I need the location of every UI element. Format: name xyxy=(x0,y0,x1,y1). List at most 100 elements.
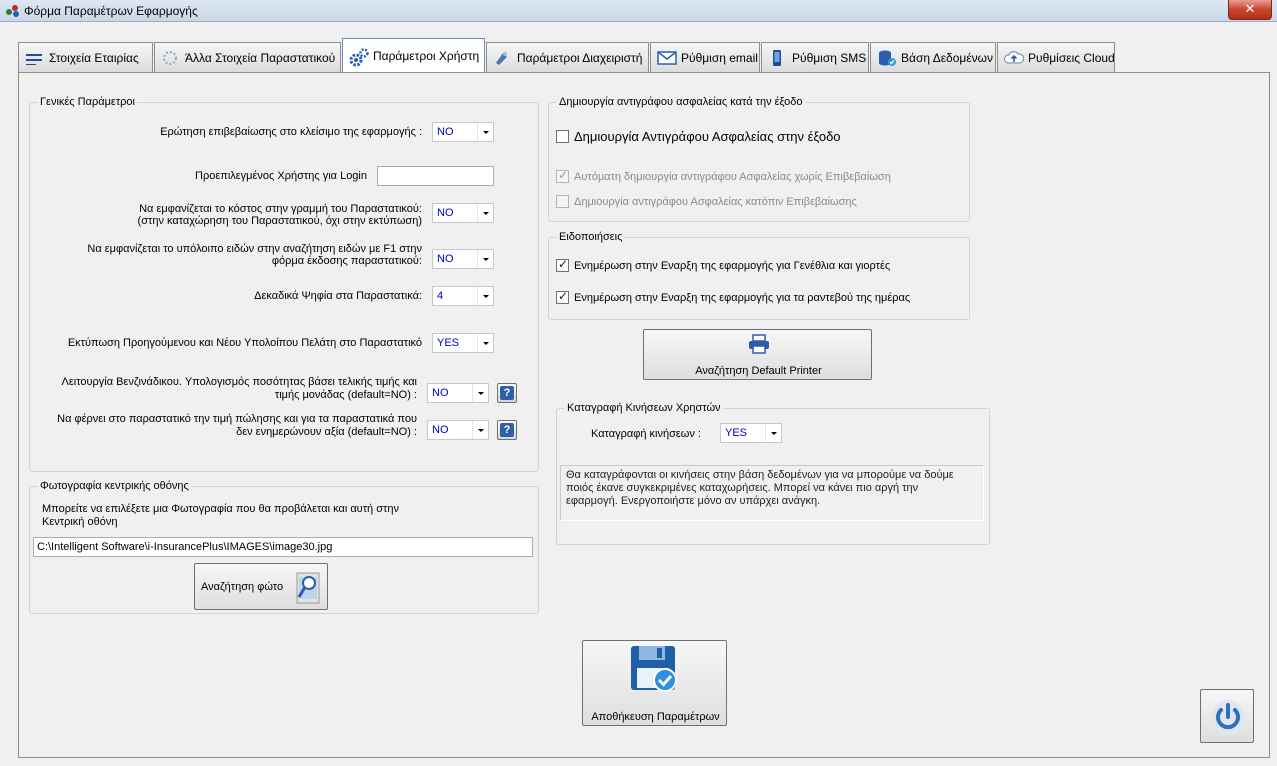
sale-price-label-line2: δεν ενημερώνουν αξία (default=NO) : xyxy=(236,426,417,438)
search-photo-button[interactable]: Αναζήτηση φώτο xyxy=(194,563,328,610)
confirm-close-label: Ερώτηση επιβεβαίωσης στο κλείσιμο της εφ… xyxy=(160,126,422,138)
tab-label: Παράμετροι Διαχειριστή xyxy=(517,50,643,65)
gears-icon xyxy=(349,47,369,66)
company-info-icon xyxy=(25,49,43,67)
backup-on-exit-checkbox[interactable]: Δημιουργία Αντιγράφου Ασφαλείας στην έξο… xyxy=(556,129,841,144)
show-stock-label-line2: φόρμα έκδοσης παραστατικού: xyxy=(271,255,422,267)
select-value: NO xyxy=(437,126,454,138)
gas-station-select[interactable]: NO xyxy=(427,383,489,403)
photo-search-icon xyxy=(293,571,323,608)
chevron-down-icon xyxy=(472,384,488,402)
default-user-input[interactable] xyxy=(377,166,494,186)
gas-station-label-line2: τιμής μονάδας (default=NO) : xyxy=(274,389,417,401)
info-line3: εφαρμογή. Ενεργοποιήστε μόνο αν υπάρχει … xyxy=(566,495,821,507)
document-settings-icon xyxy=(161,49,179,67)
chevron-down-icon xyxy=(477,250,493,268)
appointments-notify-checkbox[interactable]: Ενημέρωση στην Εναρξη της εφαρμογής για … xyxy=(556,289,910,304)
select-value: YES xyxy=(725,427,748,439)
sale-price-label-line1: Να φέρνει στο παραστατικό την τιμή πώλησ… xyxy=(57,413,417,425)
checkbox-label: Δημιουργία αντιγράφου Ασφαλείας κατόπιν … xyxy=(574,195,857,208)
title-bar: Φόρμα Παραμέτρων Εφαρμογής ✕ xyxy=(0,0,1277,22)
checkbox-label: Δημιουργία Αντιγράφου Ασφαλείας στην έξο… xyxy=(574,129,841,144)
user-log-select[interactable]: YES xyxy=(720,423,782,443)
select-value: NO xyxy=(437,207,454,219)
tab-email-settings[interactable]: Ρύθμιση email xyxy=(650,42,760,72)
chevron-down-icon xyxy=(472,421,488,439)
admin-icon xyxy=(493,49,511,67)
power-icon xyxy=(1209,698,1247,739)
tab-label: Στοιχεία Εταιρίας xyxy=(49,50,139,65)
checkbox-box xyxy=(556,289,569,304)
show-cost-select[interactable]: NO xyxy=(432,203,494,223)
confirm-backup-checkbox[interactable]: Δημιουργία αντιγράφου Ασφαλείας κατόπιν … xyxy=(556,195,857,208)
group-title: Καταγραφή Κινήσεων Χρηστών xyxy=(565,402,723,414)
user-log-info: Θα καταγράφονται οι κινήσεις στην βάση δ… xyxy=(560,465,984,521)
tab-admin-parameters[interactable]: Παράμετροι Διαχειριστή xyxy=(486,42,649,72)
show-cost-label-line1: Να εμφανίζεται το κόστος στην γραμμή του… xyxy=(139,203,422,215)
group-title: Ειδοποιήσεις xyxy=(557,231,625,243)
cloud-upload-icon xyxy=(1003,49,1025,67)
chevron-down-icon xyxy=(477,123,493,141)
power-exit-button[interactable] xyxy=(1200,689,1254,743)
database-icon xyxy=(877,49,896,67)
photo-path-input[interactable]: C:\Intelligent Software\i-InsurancePlus\… xyxy=(33,537,533,557)
tab-label: Άλλα Στοιχεία Παραστατικού xyxy=(185,50,336,65)
select-value: NO xyxy=(432,387,449,399)
tab-cloud-settings[interactable]: Ρυθμίσεις Cloud xyxy=(997,42,1115,72)
tab-label: Ρύθμιση SMS xyxy=(792,50,867,65)
print-balance-select[interactable]: YES xyxy=(432,333,494,353)
tab-company-info[interactable]: Στοιχεία Εταιρίας xyxy=(18,42,153,72)
checkbox-box xyxy=(556,195,569,208)
sale-price-help-button[interactable]: ? xyxy=(497,420,517,440)
decimals-label: Δεκαδικά Ψηφία στα Παραστατικά: xyxy=(254,290,422,302)
checkbox-box xyxy=(556,257,569,272)
button-label: Αποθήκευση Παραμέτρων xyxy=(591,711,720,723)
gas-station-label-line1: Λειτουργία Βενζινάδικου. Υπολογισμός ποσ… xyxy=(61,376,417,388)
select-value: YES xyxy=(437,337,460,349)
chevron-down-icon xyxy=(477,204,493,222)
help-icon: ? xyxy=(500,423,514,437)
chevron-down-icon xyxy=(477,287,493,305)
checkbox-box xyxy=(556,168,569,183)
checkbox-label: Ενημέρωση στην Εναρξη της εφαρμογής για … xyxy=(574,259,891,272)
group-title: Φωτογραφία κεντρικής οθόνης xyxy=(38,480,191,492)
help-icon: ? xyxy=(500,386,514,400)
info-line1: Θα καταγράφονται οι κινήσεις στην βάση δ… xyxy=(566,469,954,481)
select-value: NO xyxy=(432,424,449,436)
tab-other-document-info[interactable]: Άλλα Στοιχεία Παραστατικού xyxy=(154,42,341,72)
tab-database[interactable]: Βάση Δεδομένων xyxy=(870,42,996,72)
sale-price-select[interactable]: NO xyxy=(427,420,489,440)
gas-station-help-button[interactable]: ? xyxy=(497,383,517,403)
user-log-label: Καταγραφή κινήσεων : xyxy=(591,428,701,440)
default-user-label: Προεπιλεγμένος Χρήστης για Login xyxy=(195,170,367,182)
tab-label: Παράμετροι Χρήστη xyxy=(373,48,480,63)
select-value: NO xyxy=(437,253,454,265)
tab-label: Ρυθμίσεις Cloud xyxy=(1028,50,1115,65)
tab-label: Βάση Δεδομένων xyxy=(901,50,994,65)
close-button[interactable]: ✕ xyxy=(1228,0,1272,20)
save-parameters-button[interactable]: Αποθήκευση Παραμέτρων xyxy=(582,640,727,726)
photo-description-line2: Κεντρική οθόνη xyxy=(42,516,118,528)
button-label: Αναζήτηση Default Printer xyxy=(695,365,822,377)
notifications-group: Ειδοποιήσεις xyxy=(548,231,970,320)
tab-sms-settings[interactable]: Ρύθμιση SMS xyxy=(761,42,869,72)
birthday-notify-checkbox[interactable]: Ενημέρωση στην Εναρξη της εφαρμογής για … xyxy=(556,257,891,272)
show-cost-label-line2: (στην καταχώρηση του Παραστατικού, όχι σ… xyxy=(137,215,422,227)
auto-backup-checkbox[interactable]: Αυτόματη δημιουργία αντιγράφου Ασφαλείας… xyxy=(556,168,891,183)
photo-description-line1: Μπορείτε να επιλέξετε μια Φωτογραφία που… xyxy=(42,503,399,515)
button-label: Αναζήτηση φώτο xyxy=(201,581,284,593)
select-value: 4 xyxy=(437,290,444,302)
default-printer-button[interactable]: Αναζήτηση Default Printer xyxy=(643,329,872,380)
chevron-down-icon xyxy=(765,424,781,442)
show-stock-select[interactable]: NO xyxy=(432,249,494,269)
app-icon xyxy=(6,5,20,17)
checkbox-box xyxy=(556,130,569,143)
print-balance-label: Εκτύπωση Προηγούμενου και Νέου Υπολοίπου… xyxy=(67,337,422,349)
info-line2: ποιός έκανε συγκεκριμένες καταχωρήσεις. … xyxy=(566,482,919,494)
group-title: Γενικές Παράμετροι xyxy=(38,96,137,108)
tab-user-parameters[interactable]: Παράμετροι Χρήστη xyxy=(342,38,485,72)
group-title: Δημιουργία αντιγράφου ασφαλείας κατά την… xyxy=(557,96,805,108)
confirm-close-select[interactable]: NO xyxy=(432,122,494,142)
email-icon xyxy=(657,49,677,67)
decimals-select[interactable]: 4 xyxy=(432,286,494,306)
